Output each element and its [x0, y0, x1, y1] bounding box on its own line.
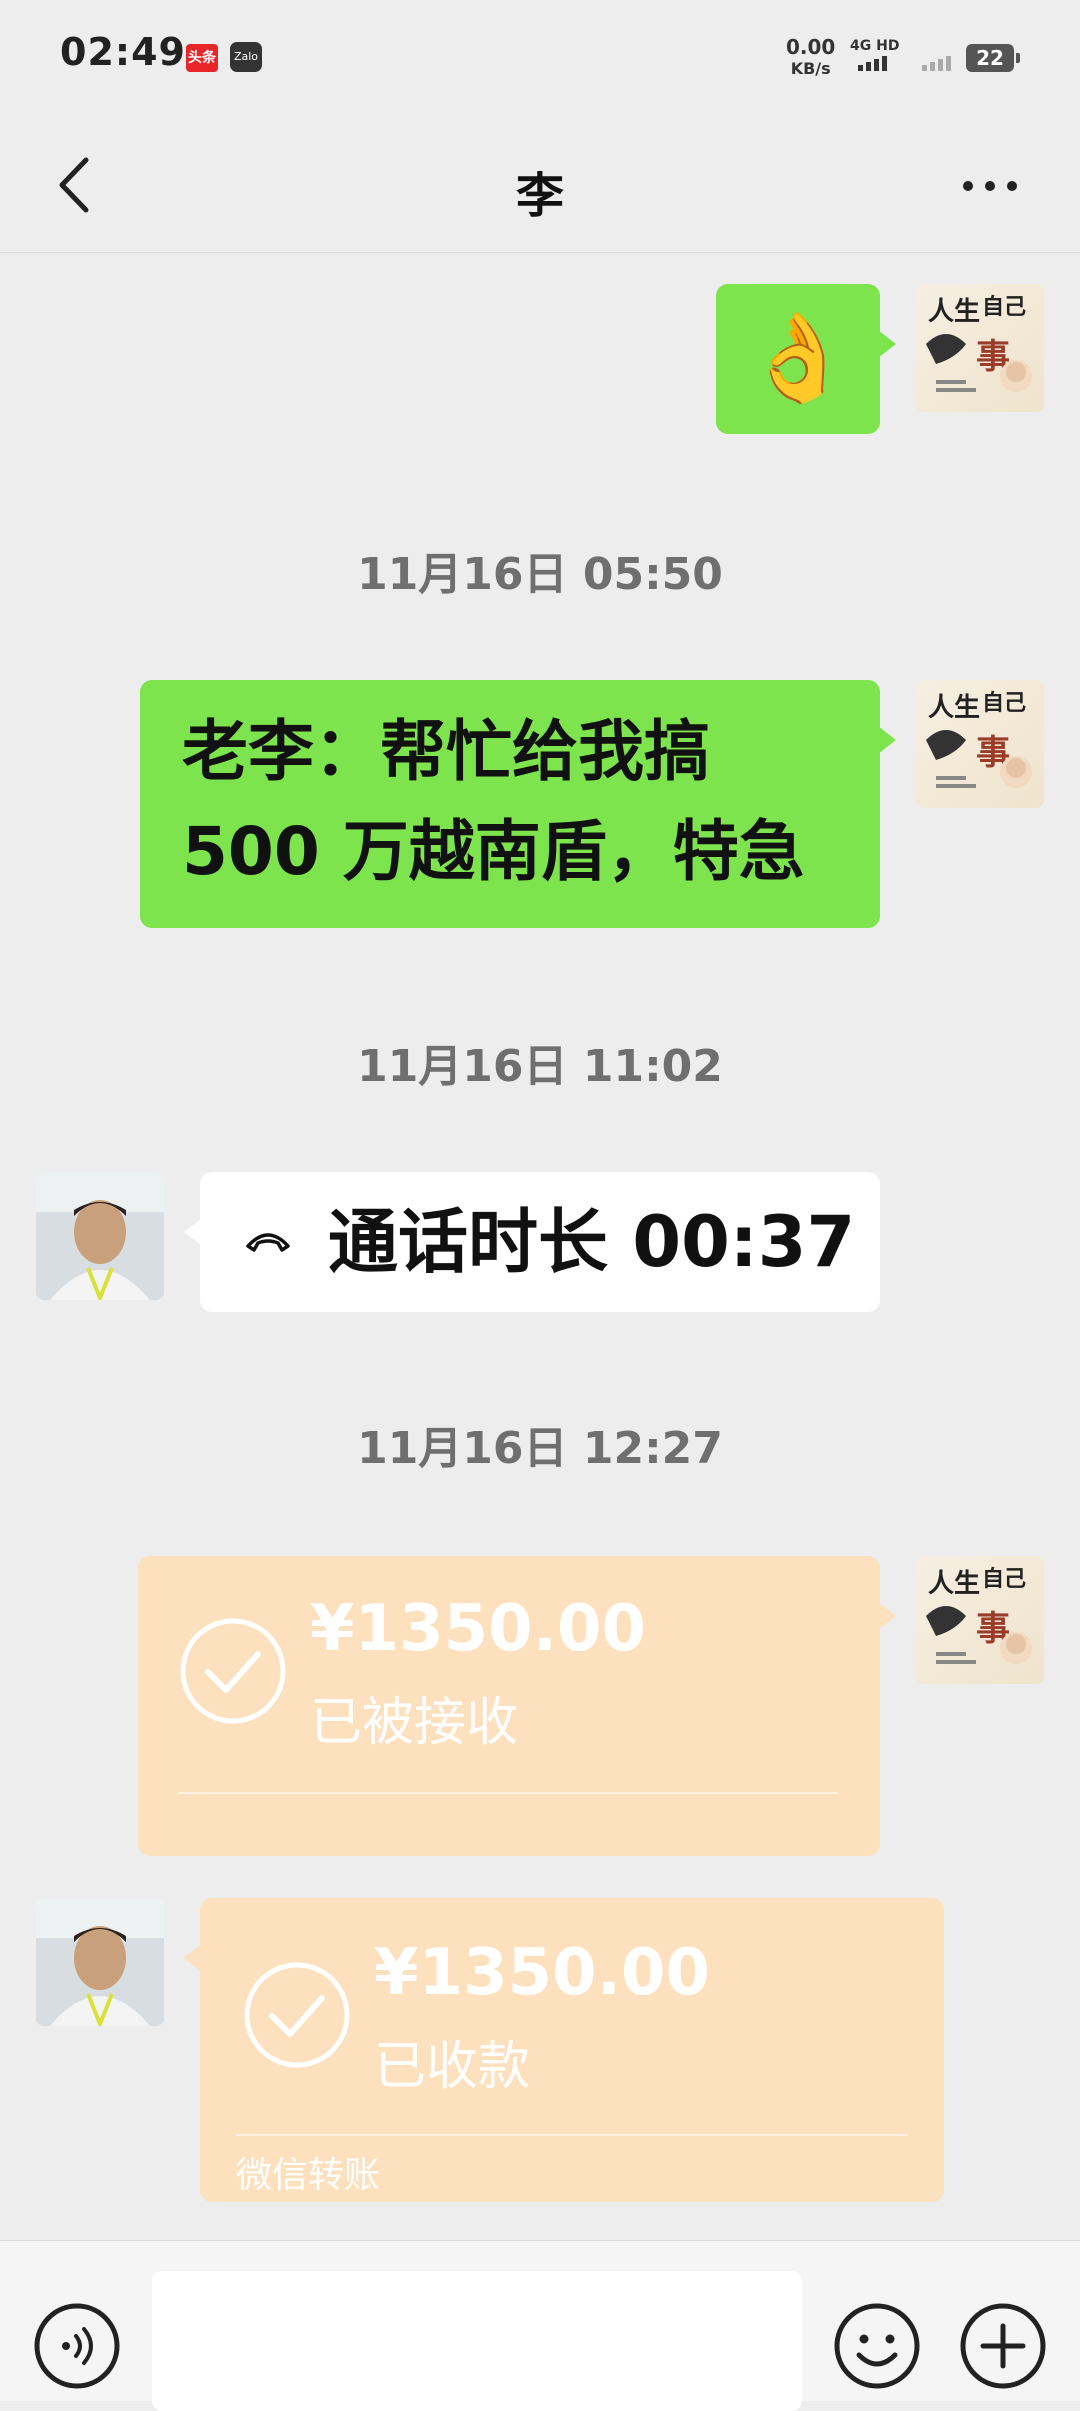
more-dots-icon[interactable] [960, 174, 1020, 198]
network-speed-unit: KB/s [790, 59, 831, 78]
friend-photo-avatar-icon [36, 1172, 164, 1300]
call-record-bubble[interactable]: 通话时长 00:37 [184, 1172, 880, 1312]
svg-text:人生: 人生 [928, 693, 980, 723]
transfer-divider [178, 1792, 838, 1794]
transfer-status: 已被接收 [310, 1693, 519, 1753]
phone-hangup-icon [246, 1233, 290, 1252]
transfer-card-sent[interactable]: ¥1350.00 已被接收 [138, 1556, 896, 1856]
voice-icon[interactable] [32, 2301, 122, 2391]
chat-title: 李 [515, 168, 564, 224]
status-bar: 02:49 头条 Zalo 0.00 KB/s 4G HD 22 [0, 0, 1080, 120]
toutiao-app-icon: 头条 [186, 44, 218, 72]
ok-hand-emoji: 👌 [744, 308, 852, 408]
svg-text:自己: 自己 [982, 294, 1026, 320]
battery-icon: 22 [966, 44, 1020, 72]
avatar[interactable]: 人生 自己 事 [916, 1556, 1044, 1684]
message-bubble-text[interactable]: 老李：帮忙给我搞 500 万越南盾，特急 [140, 680, 896, 928]
network-speed-value: 0.00 [786, 35, 836, 59]
signal-strength-icon [858, 56, 887, 71]
avatar[interactable] [36, 1898, 164, 2026]
friend-photo-avatar-icon [36, 1898, 164, 2026]
network-speed: 0.00 KB/s [786, 36, 835, 80]
zalo-app-icon: Zalo [230, 42, 262, 72]
svg-text:人生: 人生 [928, 297, 980, 327]
transfer-amount: ¥1350.00 [374, 1936, 711, 2010]
avatar[interactable]: 人生 自己 事 [916, 680, 1044, 808]
status-time: 02:49 [60, 30, 186, 74]
message-timestamp: 11月16日 11:02 [357, 1041, 723, 1092]
check-circle-icon [244, 1962, 350, 2068]
chat-input-bar [0, 2240, 1080, 2411]
message-line: 500 万越南盾，特急 [182, 813, 805, 890]
transfer-status: 已收款 [374, 2037, 531, 2097]
calligraphy-avatar-icon: 人生 自己 事 [926, 1566, 1032, 1664]
svg-text:自己: 自己 [982, 690, 1026, 716]
message-timestamp: 11月16日 12:27 [357, 1423, 723, 1474]
calligraphy-avatar-icon: 人生 自己 事 [926, 690, 1032, 788]
chat-header: 李 [0, 120, 1080, 253]
message-input[interactable] [152, 2271, 802, 2411]
svg-text:人生: 人生 [928, 1569, 980, 1599]
call-duration-text: 通话时长 00:37 [328, 1201, 856, 1283]
avatar[interactable]: 人生 自己 事 [916, 284, 1044, 412]
message-line: 老李：帮忙给我搞 [182, 713, 710, 790]
message-timestamp: 11月16日 05:50 [357, 549, 723, 600]
emoji-icon[interactable] [832, 2301, 922, 2391]
wechat-transfer-label: 微信转账 [236, 2155, 381, 2196]
avatar[interactable] [36, 1172, 164, 1300]
transfer-amount: ¥1350.00 [310, 1592, 647, 1666]
transfer-divider [236, 2134, 908, 2136]
calligraphy-avatar-icon: 人生 自己 事 [926, 294, 1032, 392]
check-circle-icon [180, 1618, 286, 1724]
plus-icon[interactable] [958, 2301, 1048, 2391]
message-bubble-emoji[interactable]: 👌 [716, 284, 896, 434]
network-type: 4G HD [850, 38, 900, 54]
transfer-card-received[interactable]: ¥1350.00 已收款 微信转账 [184, 1898, 944, 2202]
svg-text:自己: 自己 [982, 1566, 1026, 1592]
signal-strength-secondary-icon [922, 56, 951, 71]
